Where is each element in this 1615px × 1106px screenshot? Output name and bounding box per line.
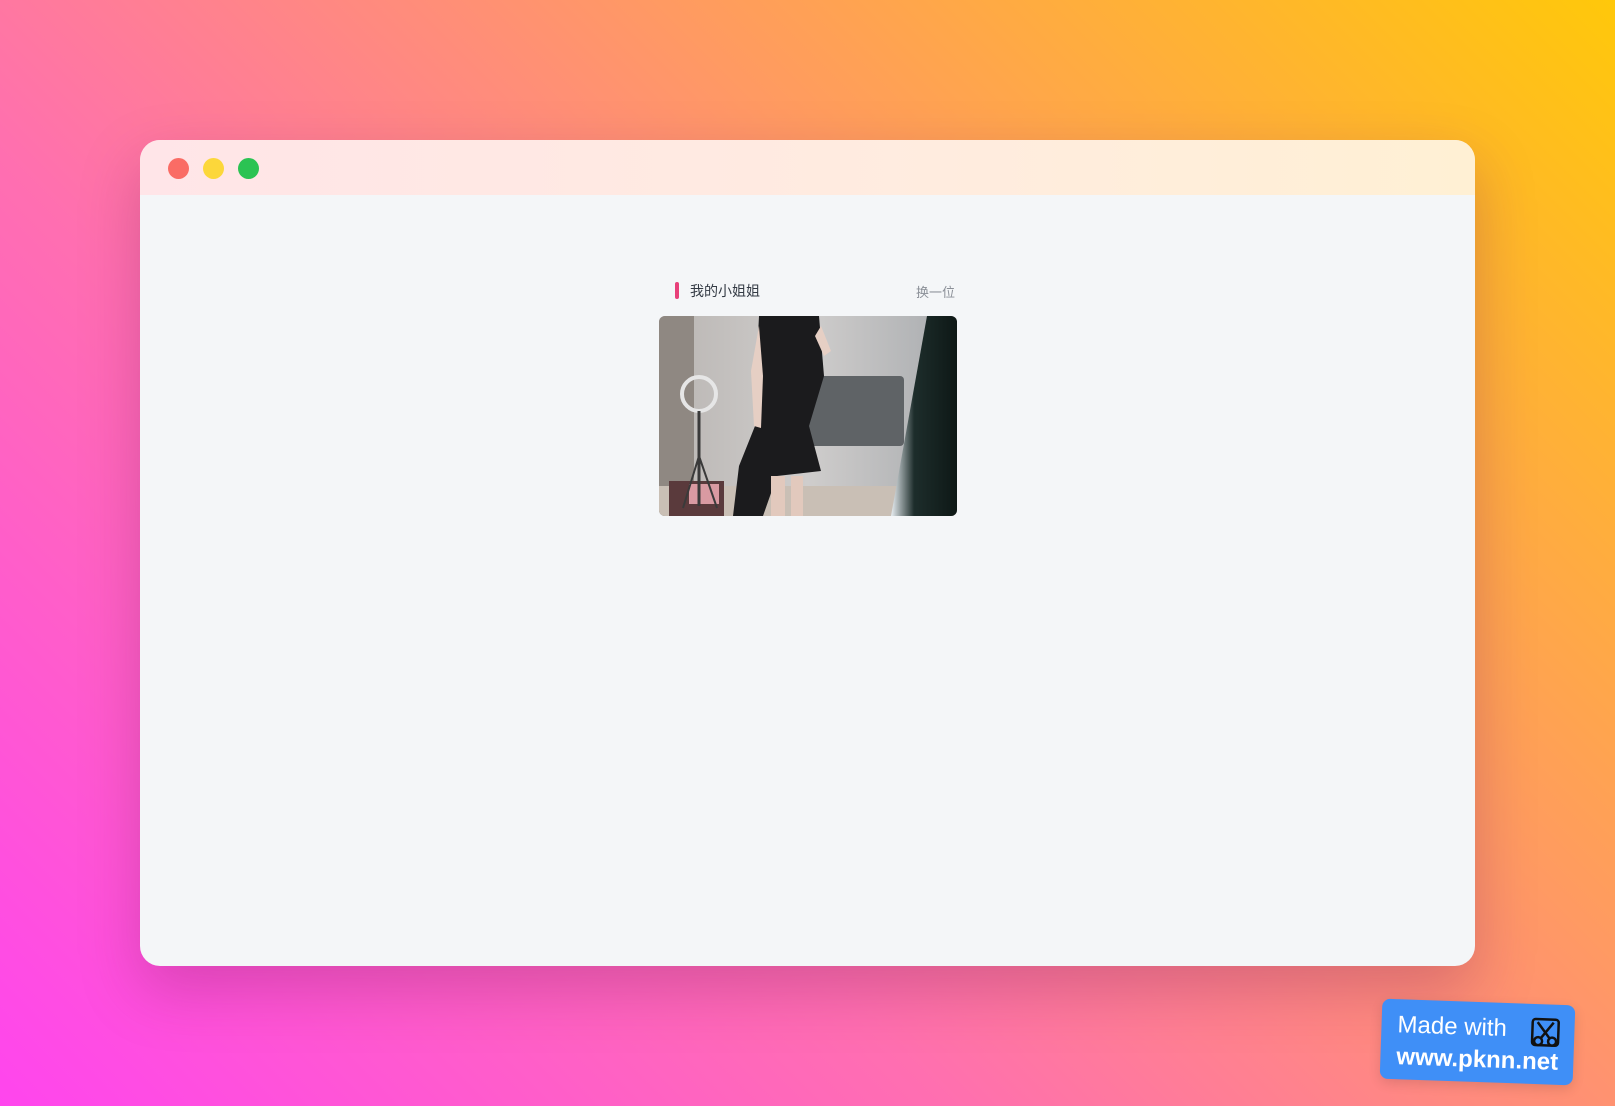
minimize-window-button[interactable] <box>203 158 224 179</box>
section-title: 我的小姐姐 <box>690 284 760 300</box>
photo-icon <box>659 316 957 516</box>
card-header: 我的小姐姐 换一位 <box>675 280 955 302</box>
scissors-icon <box>1530 1017 1560 1047</box>
change-person-link[interactable]: 换一位 <box>916 282 955 301</box>
badge-url-text: www.pknn.net <box>1395 1043 1559 1076</box>
badge-made-with-text: Made with <box>1397 1011 1508 1043</box>
maximize-window-button[interactable] <box>238 158 259 179</box>
window-titlebar <box>140 140 1475 195</box>
photo-image[interactable] <box>659 316 957 516</box>
close-window-button[interactable] <box>168 158 189 179</box>
section-accent-bar <box>675 282 679 299</box>
app-window: 我的小姐姐 换一位 <box>140 140 1475 966</box>
made-with-badge[interactable]: Made with www.pknn.net <box>1379 998 1576 1086</box>
